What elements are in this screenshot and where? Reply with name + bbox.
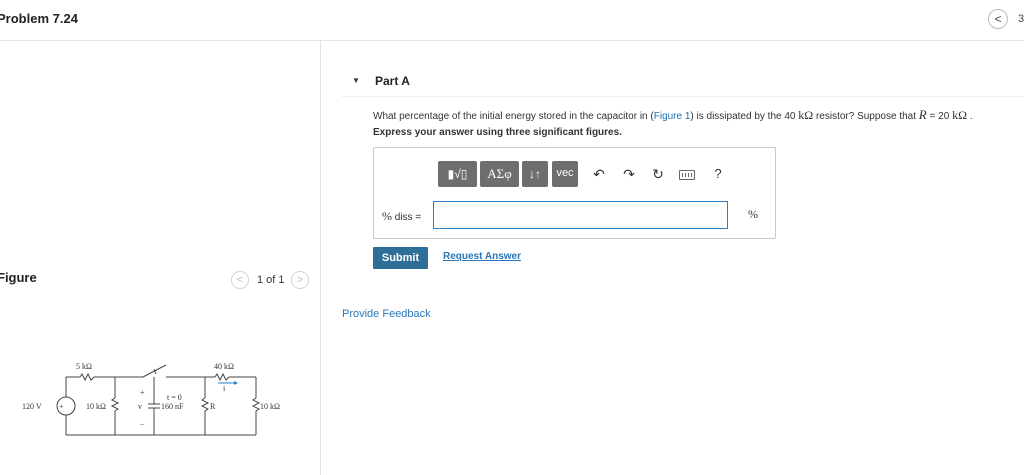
label-10k-left: 10 kΩ	[86, 402, 106, 411]
undo-icon[interactable]: ↶	[591, 166, 607, 183]
cap-minus: −	[140, 420, 145, 429]
keyboard-icon[interactable]	[679, 170, 695, 180]
label-10k-right: 10 kΩ	[260, 402, 280, 411]
unit-kohm: kΩ	[798, 108, 814, 122]
triangle-down-icon[interactable]: ▼	[352, 76, 360, 85]
provide-feedback-link[interactable]: Provide Feedback	[342, 308, 431, 320]
greek-button[interactable]: ΑΣφ	[480, 161, 519, 187]
part-divider	[342, 96, 1024, 97]
figure-prev-button[interactable]: <	[231, 271, 249, 289]
panel-divider	[320, 41, 321, 475]
figure-link[interactable]: Figure 1	[654, 111, 691, 122]
redo-icon[interactable]: ↷	[621, 166, 637, 183]
label-40k: 40 kΩ	[214, 362, 234, 371]
previous-problem-button[interactable]: <	[988, 9, 1008, 29]
answer-input[interactable]	[433, 201, 728, 229]
resistor-10k-right	[251, 397, 261, 412]
label-r: R	[210, 402, 216, 411]
circuit-diagram: + 5 kΩ 40 kΩ 120 V 10 kΩ t = 0 160 nF R …	[22, 362, 280, 436]
template-button[interactable]: ▮√▯	[438, 161, 477, 187]
answer-label: % diss =	[382, 209, 421, 224]
part-label[interactable]: Part A	[375, 74, 410, 88]
resistor-r	[200, 397, 210, 412]
percent-symbol: %	[382, 209, 392, 223]
cap-v: v	[138, 402, 142, 411]
question-period: .	[966, 111, 973, 122]
arrows-button[interactable]: ↓↑	[522, 161, 548, 187]
answer-unit: %	[748, 207, 758, 221]
reset-icon[interactable]: ↻	[650, 166, 666, 183]
label-switch-time: t = 0	[167, 393, 182, 402]
question-suffix: resistor? Suppose that	[813, 111, 919, 122]
answer-variable: diss =	[392, 212, 422, 223]
instruction-text: Express your answer using three signific…	[373, 127, 622, 138]
resistor-5k	[79, 372, 95, 382]
label-current: i	[223, 384, 226, 393]
header-bar: Problem 7.24 < 3	[0, 0, 1024, 41]
submit-button[interactable]: Submit	[373, 247, 428, 269]
question-text: What percentage of the initial energy st…	[373, 107, 973, 123]
label-source: 120 V	[22, 402, 42, 411]
figure-title: Figure	[0, 270, 37, 285]
source-plus: +	[59, 402, 64, 411]
equals-value: = 20	[926, 111, 953, 122]
next-problem-button[interactable]: 3	[1018, 13, 1024, 25]
question-prefix: What percentage of the initial energy st…	[373, 111, 654, 122]
var-r: R	[918, 107, 927, 122]
unit-kohm-2: kΩ	[952, 108, 967, 122]
vec-button[interactable]: vec	[552, 161, 578, 187]
figure-pager-count: 1 of 1	[257, 274, 285, 286]
figure-next-button[interactable]: >	[291, 271, 309, 289]
resistor-40k	[214, 372, 230, 382]
question-middle: ) is dissipated by the 40	[690, 111, 799, 122]
help-icon[interactable]: ?	[710, 166, 726, 181]
page-title: Problem 7.24	[0, 11, 78, 26]
cap-plus: +	[140, 388, 145, 397]
resistor-10k-left	[110, 397, 120, 412]
label-capacitor: 160 nF	[161, 402, 184, 411]
label-5k: 5 kΩ	[76, 362, 92, 371]
request-answer-link[interactable]: Request Answer	[443, 251, 521, 262]
